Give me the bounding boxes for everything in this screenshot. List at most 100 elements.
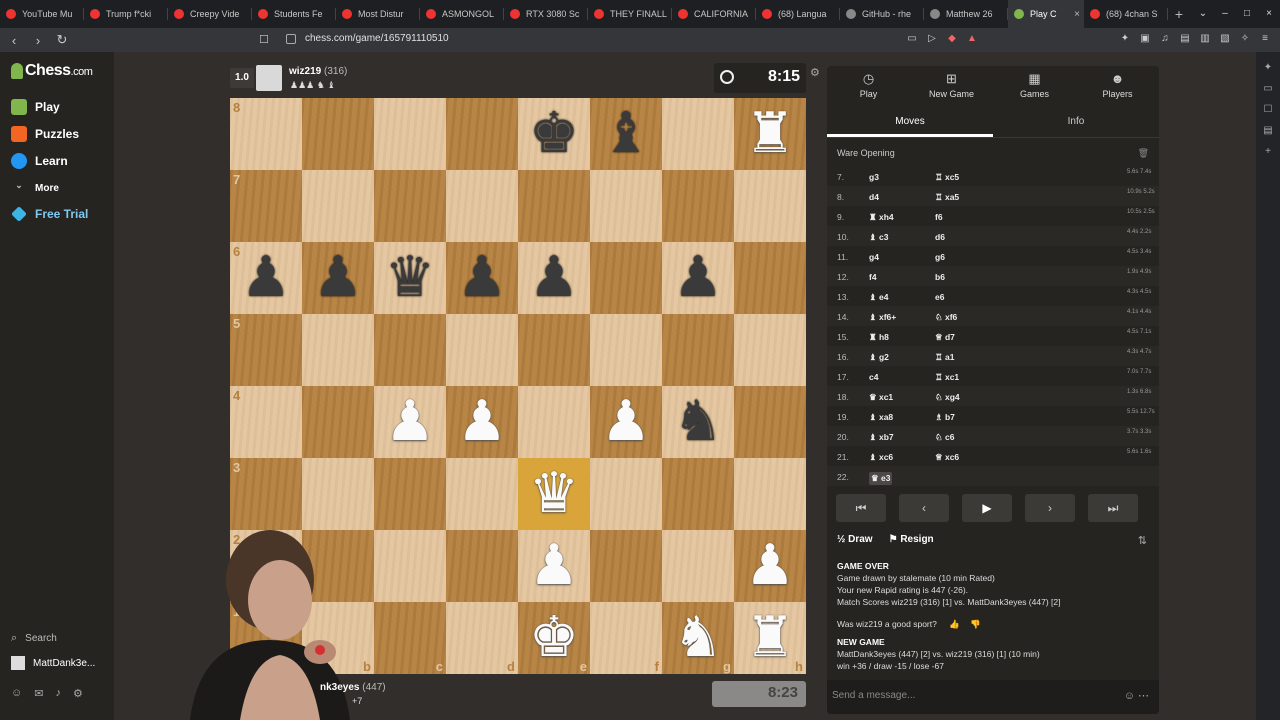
board-square-a5[interactable]: 5 bbox=[230, 314, 302, 386]
board-square-e4[interactable] bbox=[518, 386, 590, 458]
board-square-h1[interactable]: h ♜ bbox=[734, 602, 806, 674]
tab-info[interactable]: Info bbox=[993, 110, 1159, 137]
white-pawn-piece[interactable]: ♟ bbox=[601, 386, 651, 458]
browser-tab[interactable]: (68) Langua bbox=[756, 0, 840, 28]
board-square-f4[interactable]: ♟ bbox=[590, 386, 662, 458]
send-icon[interactable]: ▷ bbox=[925, 32, 939, 46]
previous-move-button[interactable]: ‹ bbox=[899, 494, 949, 522]
board-square-c2[interactable] bbox=[374, 530, 446, 602]
chat-input[interactable]: Send a message... ☺ ⋯ bbox=[827, 680, 1159, 714]
black-pawn-piece[interactable]: ♟ bbox=[673, 242, 723, 314]
black-pawn-piece[interactable]: ♟ bbox=[529, 242, 579, 314]
browser-tab[interactable]: CALIFORNIA bbox=[672, 0, 756, 28]
black-move[interactable]: ♘ c6 bbox=[935, 432, 954, 443]
browser-tab[interactable]: GitHub - rhe bbox=[840, 0, 924, 28]
board-square-f5[interactable] bbox=[590, 314, 662, 386]
tab-new-game[interactable]: ⊞ New Game bbox=[910, 66, 993, 106]
white-queen-piece[interactable]: ♛ bbox=[529, 458, 579, 530]
black-move[interactable]: e6 bbox=[935, 292, 944, 302]
board-square-h6[interactable] bbox=[734, 242, 806, 314]
board-square-c8[interactable] bbox=[374, 98, 446, 170]
board-square-f3[interactable] bbox=[590, 458, 662, 530]
browser-tab[interactable]: Matthew 26 bbox=[924, 0, 1008, 28]
sidebar-item-more[interactable]: ⌄ More bbox=[11, 180, 59, 196]
flip-board-icon[interactable]: ⇅ bbox=[1138, 534, 1147, 547]
black-move[interactable]: ♘ xg4 bbox=[935, 392, 960, 403]
white-pawn-piece[interactable]: ♟ bbox=[457, 386, 507, 458]
player-name[interactable]: nk3eyes (447) bbox=[320, 682, 386, 693]
board-square-g1[interactable]: g ♞ bbox=[662, 602, 734, 674]
leo-ai-icon[interactable]: ✦ bbox=[1256, 62, 1280, 73]
minimize-icon[interactable]: – bbox=[1214, 0, 1236, 28]
settings-gear-icon[interactable]: ⚙ bbox=[73, 687, 83, 700]
maximize-icon[interactable]: □ bbox=[1236, 0, 1258, 28]
forward-icon[interactable]: › bbox=[28, 33, 48, 48]
white-move[interactable]: ♝ xb7 bbox=[869, 432, 894, 443]
board-square-f2[interactable] bbox=[590, 530, 662, 602]
board-square-h4[interactable] bbox=[734, 386, 806, 458]
board-square-e7[interactable] bbox=[518, 170, 590, 242]
board-square-a4[interactable]: 4 bbox=[230, 386, 302, 458]
black-king-piece[interactable]: ♚ bbox=[529, 98, 579, 170]
close-window-icon[interactable]: × bbox=[1258, 0, 1280, 28]
trash-icon[interactable]: 🗑 bbox=[1138, 148, 1149, 159]
white-move[interactable]: ♝ xc6 bbox=[869, 452, 893, 463]
sidebar-add-icon[interactable]: + bbox=[1256, 146, 1280, 157]
white-move[interactable]: ♛ xc1 bbox=[869, 392, 893, 403]
browser-tab[interactable]: Trump f*cki bbox=[84, 0, 168, 28]
board-square-b8[interactable] bbox=[302, 98, 374, 170]
white-move[interactable]: ♝ e4 bbox=[869, 292, 888, 303]
board-square-a6[interactable]: 6 ♟ bbox=[230, 242, 302, 314]
black-bishop-piece[interactable]: ♝ bbox=[601, 98, 651, 170]
browser-tab[interactable]: Play C × bbox=[1008, 0, 1084, 28]
brave-shield-icon[interactable]: ◆ bbox=[945, 32, 959, 46]
extensions-icon[interactable]: ✦ bbox=[1118, 32, 1132, 46]
black-move[interactable]: ♗ b7 bbox=[935, 412, 955, 423]
white-move[interactable]: c4 bbox=[869, 372, 878, 382]
black-move[interactable]: ♖ xc1 bbox=[935, 372, 959, 383]
vpn-icon[interactable]: ▣ bbox=[1138, 32, 1152, 46]
black-move[interactable]: ♖ xc5 bbox=[935, 172, 959, 183]
black-move[interactable]: ♖ a1 bbox=[935, 352, 954, 363]
friends-icon[interactable]: ☺ bbox=[11, 687, 22, 700]
white-move[interactable]: ♝ xf6+ bbox=[869, 312, 896, 323]
white-rook-piece[interactable]: ♜ bbox=[745, 98, 795, 170]
board-square-h7[interactable] bbox=[734, 170, 806, 242]
board-square-b5[interactable] bbox=[302, 314, 374, 386]
white-rook-piece[interactable]: ♜ bbox=[745, 602, 795, 674]
site-info-icon[interactable] bbox=[286, 34, 296, 44]
browser-tab[interactable]: YouTube Mu bbox=[0, 0, 84, 28]
white-move[interactable]: ♝ g2 bbox=[869, 352, 889, 363]
rewards-icon[interactable]: ▲ bbox=[965, 32, 979, 46]
tab-search-icon[interactable]: ⌄ bbox=[1192, 0, 1214, 28]
board-square-d6[interactable]: ♟ bbox=[446, 242, 518, 314]
notifications-icon[interactable]: ♪ bbox=[55, 687, 61, 700]
black-move[interactable]: g6 bbox=[935, 252, 945, 262]
menu-icon[interactable]: ≡ bbox=[1258, 32, 1272, 46]
board-square-h3[interactable] bbox=[734, 458, 806, 530]
board-square-e6[interactable]: ♟ bbox=[518, 242, 590, 314]
black-move[interactable]: ♕ xc6 bbox=[935, 452, 959, 463]
board-square-d5[interactable] bbox=[446, 314, 518, 386]
white-pawn-piece[interactable]: ♟ bbox=[385, 386, 435, 458]
board-square-e8[interactable]: ♚ bbox=[518, 98, 590, 170]
board-square-d7[interactable] bbox=[446, 170, 518, 242]
thumbs-down-icon[interactable]: 👎 bbox=[970, 619, 981, 629]
reload-icon[interactable]: ↻ bbox=[52, 32, 72, 48]
black-knight-piece[interactable]: ♞ bbox=[673, 386, 723, 458]
white-move[interactable]: d4 bbox=[869, 192, 879, 202]
black-pawn-piece[interactable]: ♟ bbox=[241, 242, 291, 314]
black-move[interactable]: f6 bbox=[935, 212, 943, 222]
black-move[interactable]: b6 bbox=[935, 272, 945, 282]
opponent-avatar[interactable] bbox=[256, 65, 282, 91]
tab-players[interactable]: ☻ Players bbox=[1076, 66, 1159, 106]
board-square-h8[interactable]: ♜ bbox=[734, 98, 806, 170]
board-square-c4[interactable]: ♟ bbox=[374, 386, 446, 458]
board-square-g6[interactable]: ♟ bbox=[662, 242, 734, 314]
board-square-d3[interactable] bbox=[446, 458, 518, 530]
bookmarks-icon[interactable]: ☐ bbox=[1256, 104, 1280, 115]
board-square-g3[interactable] bbox=[662, 458, 734, 530]
board-square-d8[interactable] bbox=[446, 98, 518, 170]
history-icon[interactable]: ▤ bbox=[1256, 125, 1280, 136]
white-move[interactable]: g4 bbox=[869, 252, 879, 262]
